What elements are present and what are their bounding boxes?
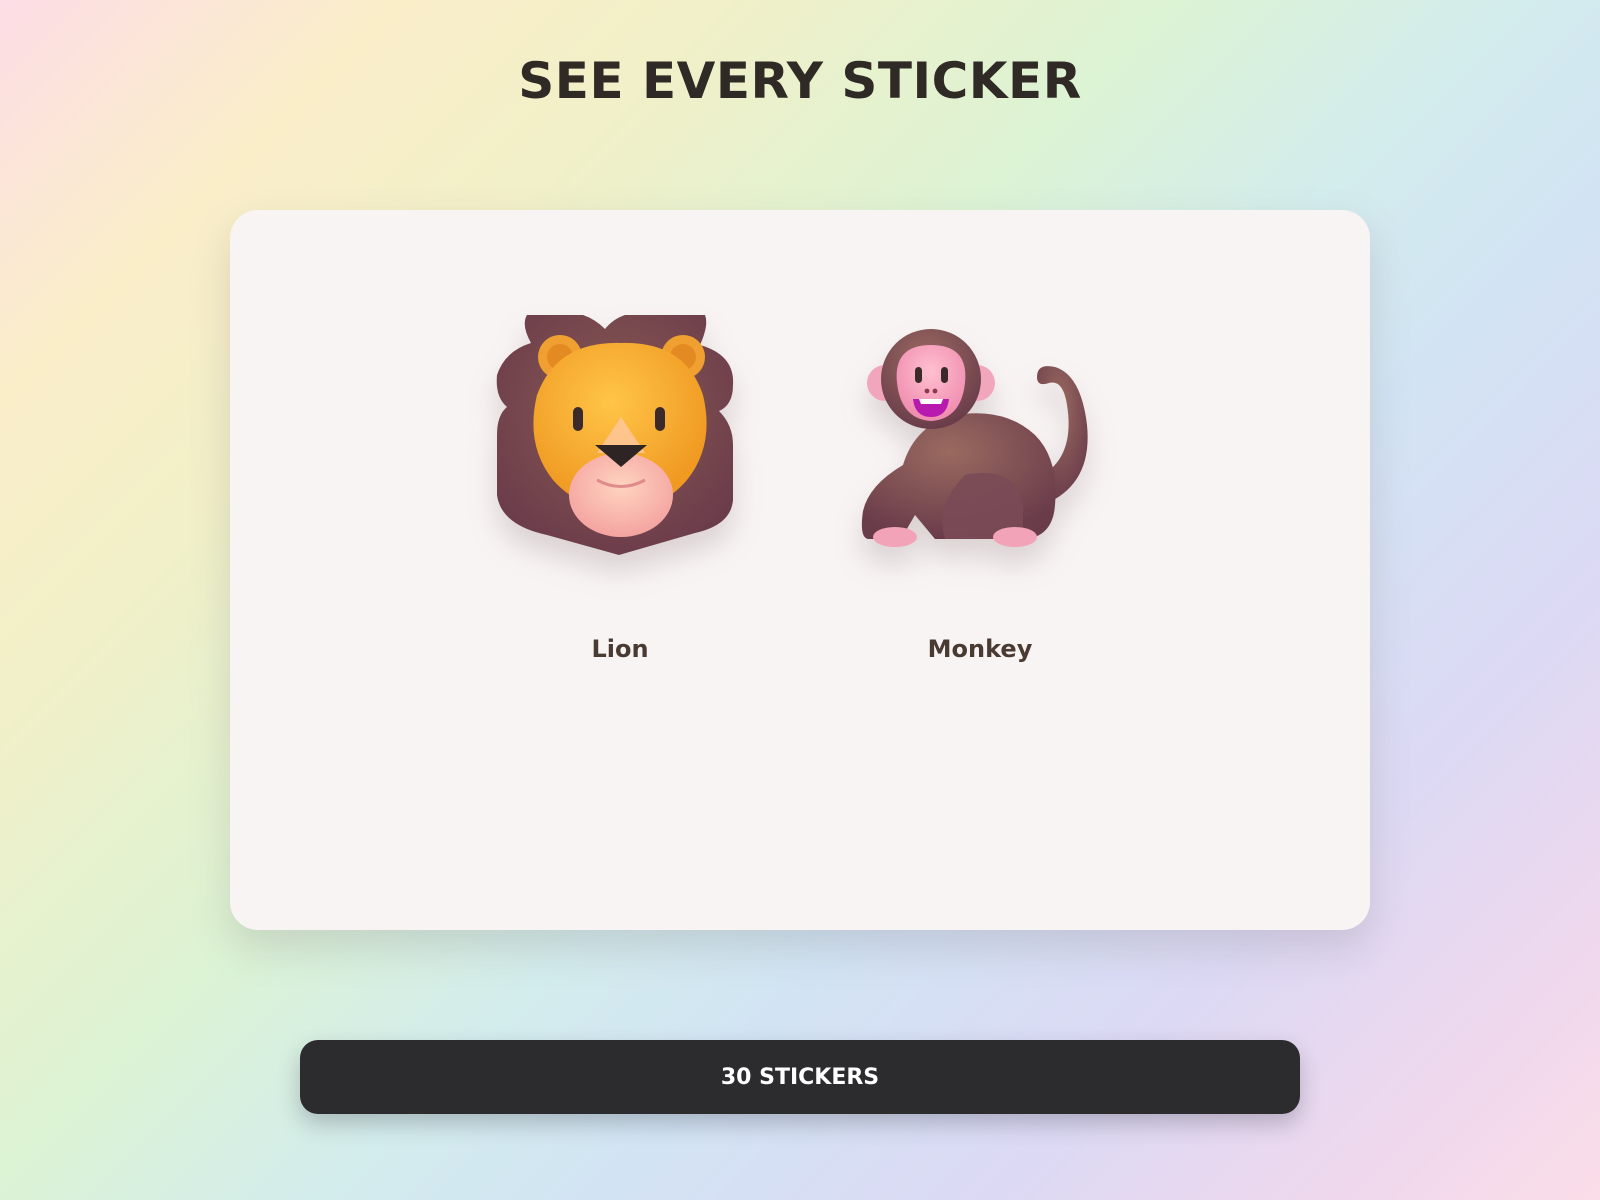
sticker-grid-card: Lion Monkey [230, 210, 1370, 930]
monkey-icon [855, 315, 1105, 565]
sticker-item-monkey[interactable]: Monkey [830, 315, 1130, 675]
sticker-label: Monkey [927, 635, 1033, 663]
sticker-item-lion[interactable]: Lion [470, 315, 770, 675]
lion-icon [495, 315, 745, 565]
page-title: SEE EVERY STICKER [518, 52, 1082, 110]
sticker-count-button[interactable]: 30 STICKERS [300, 1040, 1300, 1114]
sticker-label: Lion [591, 635, 649, 663]
